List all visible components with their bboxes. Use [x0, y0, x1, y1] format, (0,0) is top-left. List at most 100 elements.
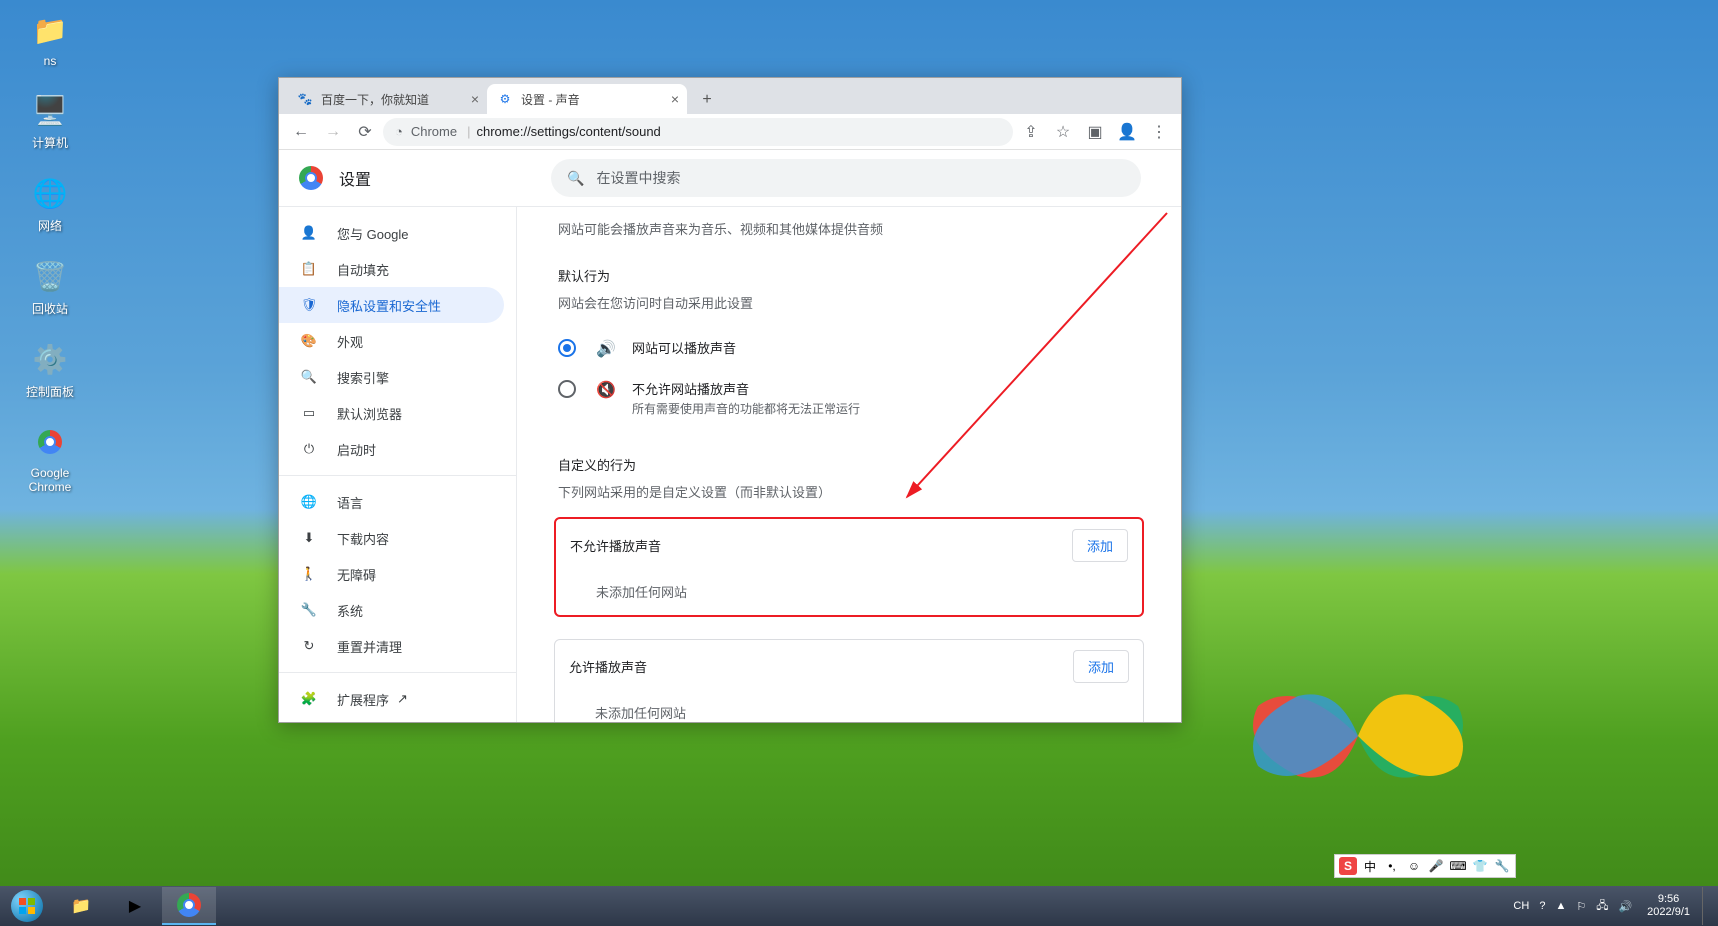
sidebar-separator [279, 475, 516, 476]
sidebar-item-label: 外观 [337, 332, 363, 351]
sidebar-item-accessibility[interactable]: 🚶无障碍 [279, 556, 504, 592]
sidebar-item-you-and-google[interactable]: 👤您与 Google [279, 215, 504, 251]
radio-label: 网站可以播放声音 [632, 338, 736, 357]
desktop-icon-network[interactable]: 🌐 网络 [10, 173, 90, 234]
bookmark-icon[interactable]: ☆ [1049, 118, 1077, 146]
sogou-icon[interactable]: S [1339, 857, 1357, 875]
sidebar-item-appearance[interactable]: 🎨外观 [279, 323, 504, 359]
address-url: chrome://settings/content/sound [477, 124, 661, 139]
add-blocked-site-button[interactable]: 添加 [1072, 529, 1128, 562]
sidebar-item-privacy[interactable]: 🛡隐私设置和安全性 [279, 287, 504, 323]
settings-body: 👤您与 Google 📋自动填充 🛡隐私设置和安全性 🎨外观 🔍搜索引擎 ▭默认… [279, 206, 1181, 722]
reset-icon: ↻ [299, 638, 319, 654]
desktop-icons-column: 📁 ns 🖥️ 计算机 🌐 网络 🗑️ 回收站 ⚙️ 控制面板 Google C… [10, 10, 90, 516]
content-scroll-area[interactable]: 网站可能会播放声音来为音乐、视频和其他媒体提供音频 默认行为 网站会在您访问时自… [517, 207, 1181, 722]
ime-keyboard-icon[interactable]: ⌨ [1449, 857, 1467, 875]
allow-sound-header: 允许播放声音 添加 [555, 640, 1143, 693]
sidebar-item-extensions[interactable]: 🧩扩展程序↗ [279, 681, 504, 717]
settings-page-title: 设置 [339, 166, 371, 190]
sidebar-item-label: 隐私设置和安全性 [337, 296, 441, 315]
ime-toolbar[interactable]: S 中 •, ☺ 🎤 ⌨ 👕 🔧 [1334, 854, 1516, 878]
tray-clock[interactable]: 9:56 2022/9/1 [1639, 893, 1698, 919]
control-panel-icon: ⚙️ [30, 339, 70, 379]
settings-search-input[interactable]: 🔍 在设置中搜索 [551, 159, 1141, 197]
close-tab-icon[interactable]: × [471, 91, 479, 107]
close-tab-icon[interactable]: × [671, 91, 679, 107]
network-icon: 🌐 [30, 173, 70, 213]
sidebar-item-default-browser[interactable]: ▭默认浏览器 [279, 395, 504, 431]
tray-lang-indicator[interactable]: CH [1510, 900, 1532, 912]
ime-punct-icon[interactable]: •, [1383, 857, 1401, 875]
new-tab-button[interactable]: + [693, 86, 721, 114]
ime-tool-icon[interactable]: 🔧 [1493, 857, 1511, 875]
tab-title: 设置 - 声音 [521, 91, 580, 108]
tray-volume-icon[interactable]: 🔊 [1615, 900, 1635, 913]
block-sound-empty: 未添加任何网站 [556, 572, 1142, 615]
extensions-icon[interactable]: ▣ [1081, 118, 1109, 146]
address-bar[interactable]: ◔ Chrome | chrome://settings/content/sou… [383, 118, 1013, 146]
sidebar-item-search-engine[interactable]: 🔍搜索引擎 [279, 359, 504, 395]
sidebar-item-on-startup[interactable]: ⏻ 启动时 [279, 431, 504, 467]
tab-strip: 🐾 百度一下，你就知道 × ⚙ 设置 - 声音 × + [279, 78, 1181, 114]
ime-emoji-icon[interactable]: ☺ [1405, 857, 1423, 875]
sidebar-item-label: 重置并清理 [337, 637, 402, 656]
tab-settings-sound[interactable]: ⚙ 设置 - 声音 × [487, 84, 687, 114]
default-behavior-sub: 网站会在您访问时自动采用此设置 [558, 293, 1144, 312]
forward-button[interactable]: → [319, 118, 347, 146]
folder-icon: 📁 [71, 896, 91, 916]
allow-sound-empty: 未添加任何网站 [555, 693, 1143, 722]
radio-allow-sound[interactable]: 🔊 网站可以播放声音 [554, 328, 1144, 369]
tray-date-value: 2022/9/1 [1647, 906, 1690, 919]
add-allowed-site-button[interactable]: 添加 [1073, 650, 1129, 683]
desktop-icon-ns[interactable]: 📁 ns [10, 10, 90, 68]
desktop-icon-label: Google Chrome [10, 466, 90, 494]
ime-skin-icon[interactable]: 👕 [1471, 857, 1489, 875]
tab-title: 百度一下，你就知道 [321, 91, 429, 108]
sidebar-separator [279, 672, 516, 673]
sidebar-item-about[interactable]: ◎关于 Chrome [279, 717, 504, 722]
sidebar-item-label: 启动时 [337, 440, 376, 459]
sidebar-item-downloads[interactable]: ⬇下载内容 [279, 520, 504, 556]
start-button[interactable] [0, 886, 54, 926]
speaker-muted-icon: 🔇 [596, 380, 616, 400]
desktop-icon-control-panel[interactable]: ⚙️ 控制面板 [10, 339, 90, 400]
taskbar-media-player[interactable]: ▶ [108, 887, 162, 925]
sidebar-item-reset[interactable]: ↻ 重置并清理 [279, 628, 504, 664]
external-link-icon: ↗ [397, 691, 408, 707]
folder-icon: 📁 [30, 10, 70, 50]
menu-icon[interactable]: ⋮ [1145, 118, 1173, 146]
radio-sublabel: 所有需要使用声音的功能都将无法正常运行 [632, 400, 860, 417]
sidebar-item-system[interactable]: 🔧系统 [279, 592, 504, 628]
show-desktop-button[interactable] [1702, 887, 1710, 925]
desktop-icon-label: 计算机 [10, 134, 90, 151]
sidebar-item-label: 搜索引擎 [337, 368, 389, 387]
tab-baidu[interactable]: 🐾 百度一下，你就知道 × [287, 84, 487, 114]
sidebar-item-label: 下载内容 [337, 529, 389, 548]
reload-button[interactable]: ⟳ [351, 118, 379, 146]
radio-block-sound[interactable]: 🔇 不允许网站播放声音 所有需要使用声音的功能都将无法正常运行 [554, 369, 1144, 427]
tray-flag-icon[interactable]: ⚐ [1573, 900, 1589, 913]
globe-icon: 🌐 [299, 494, 319, 510]
ime-voice-icon[interactable]: 🎤 [1427, 857, 1445, 875]
autofill-icon: 📋 [299, 261, 319, 277]
desktop-icon-computer[interactable]: 🖥️ 计算机 [10, 90, 90, 151]
profile-icon[interactable]: 👤 [1113, 118, 1141, 146]
desktop-icon-label: ns [10, 54, 90, 68]
taskbar-explorer[interactable]: 📁 [54, 887, 108, 925]
power-icon: ⏻ [299, 441, 319, 457]
share-icon[interactable]: ⇪ [1017, 118, 1045, 146]
taskbar-chrome[interactable] [162, 887, 216, 925]
back-button[interactable]: ← [287, 118, 315, 146]
tray-chevron-up-icon[interactable]: ▲ [1552, 900, 1569, 912]
desktop-icon-recycle-bin[interactable]: 🗑️ 回收站 [10, 256, 90, 317]
block-sound-section: 不允许播放声音 添加 未添加任何网站 [554, 517, 1144, 617]
sidebar-item-languages[interactable]: 🌐语言 [279, 484, 504, 520]
recycle-bin-icon: 🗑️ [30, 256, 70, 296]
tray-network-icon[interactable]: 🖧 [1593, 897, 1611, 916]
desktop-icon-label: 控制面板 [10, 383, 90, 400]
sidebar-item-autofill[interactable]: 📋自动填充 [279, 251, 504, 287]
tray-help-icon[interactable]: ? [1536, 900, 1548, 912]
desktop-icon-chrome[interactable]: Google Chrome [10, 422, 90, 494]
radio-icon [558, 339, 576, 357]
ime-mode-button[interactable]: 中 [1361, 857, 1379, 875]
